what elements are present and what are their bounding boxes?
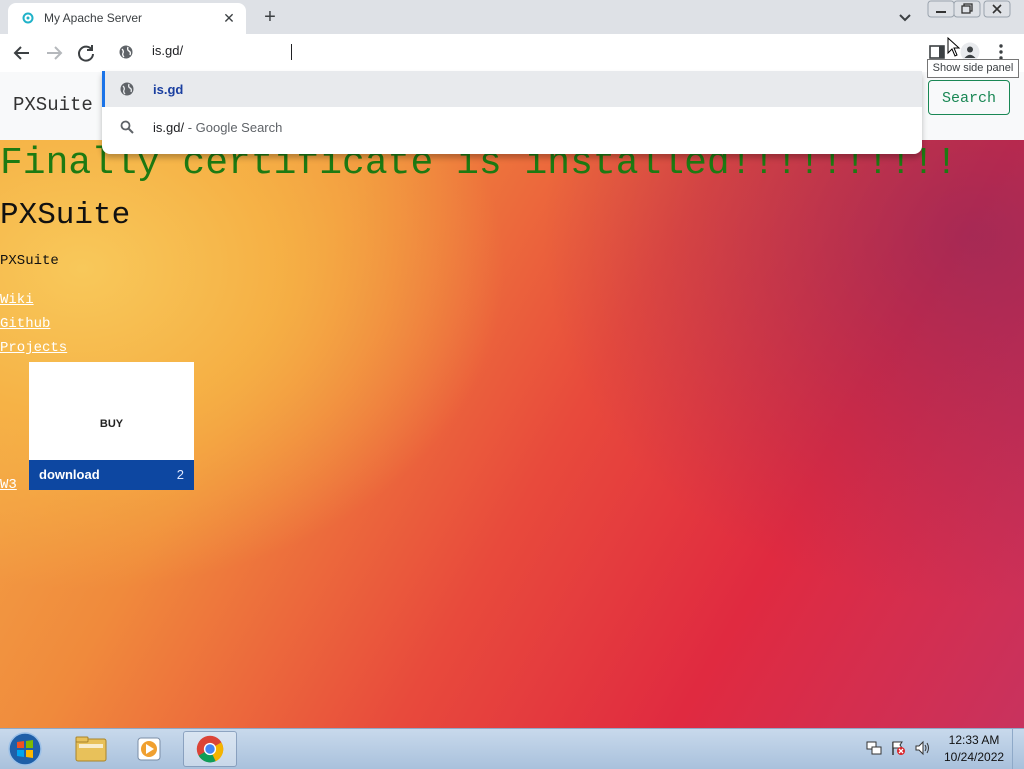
clock-time[interactable]: 12:33 AM: [944, 733, 1004, 747]
chrome-icon[interactable]: [183, 731, 237, 767]
page-paragraph: PXSuite: [0, 253, 59, 269]
suggestion-text: is.gd/: [153, 120, 185, 135]
text-caret: [291, 44, 292, 60]
forward-arrow-icon[interactable]: [42, 41, 66, 65]
search-button[interactable]: Search: [928, 80, 1010, 115]
mouse-cursor-icon: [947, 37, 961, 57]
page-heading: PXSuite: [0, 198, 131, 233]
tab-title: My Apache Server: [44, 11, 143, 25]
link-w3[interactable]: W3: [0, 477, 17, 493]
browser-tab[interactable]: My Apache Server ✕: [8, 3, 246, 34]
file-explorer-icon[interactable]: [64, 731, 118, 767]
window-close-icon[interactable]: [983, 0, 1011, 18]
clock-date[interactable]: 10/24/2022: [944, 750, 1004, 764]
link-projects[interactable]: Projects: [0, 340, 67, 356]
network-icon[interactable]: [866, 740, 882, 756]
tab-search-chevron-icon[interactable]: [896, 8, 914, 26]
action-center-flag-icon[interactable]: [890, 740, 906, 756]
buy-label[interactable]: BUY: [29, 418, 194, 430]
download-card[interactable]: BUY download 2: [29, 362, 194, 490]
windows-taskbar: 12:33 AM 10/24/2022: [0, 728, 1024, 769]
suggestion-item[interactable]: is.gd: [102, 71, 922, 107]
web-page: PXSuite Search Finally certificate is in…: [0, 72, 1024, 728]
back-arrow-icon[interactable]: [10, 41, 34, 65]
link-wiki[interactable]: Wiki: [0, 292, 34, 308]
reload-icon[interactable]: [74, 41, 98, 65]
navbar-brand[interactable]: PXSuite: [13, 94, 93, 116]
address-bar[interactable]: [104, 34, 922, 70]
minimize-icon[interactable]: [927, 0, 955, 18]
globe-icon: [120, 82, 134, 96]
restore-icon[interactable]: [953, 0, 981, 18]
new-tab-icon[interactable]: +: [259, 6, 281, 28]
suggestion-item[interactable]: is.gd/ - Google Search: [102, 109, 922, 145]
suggestion-text: is.gd: [153, 82, 184, 97]
side-panel-tooltip: Show side panel: [927, 59, 1019, 78]
suggestion-text-wrap: is.gd/ - Google Search: [153, 120, 282, 135]
globe-icon: [119, 45, 133, 59]
browser-titlebar: My Apache Server ✕ +: [0, 0, 1024, 34]
link-github[interactable]: Github: [0, 316, 50, 332]
tab-close-icon[interactable]: ✕: [220, 9, 238, 27]
show-desktop-button[interactable]: [1012, 729, 1024, 769]
suggestion-subtext: - Google Search: [184, 120, 283, 135]
download-label: download: [39, 467, 100, 482]
address-input[interactable]: [152, 43, 752, 58]
download-count: 2: [176, 467, 184, 482]
tab-favicon-icon: [22, 12, 34, 24]
browser-toolbar: [0, 34, 1024, 73]
start-button-icon[interactable]: [6, 731, 44, 767]
download-bar[interactable]: download 2: [29, 460, 194, 490]
omnibox-suggestions: is.gd is.gd/ - Google Search: [102, 71, 922, 154]
search-icon: [120, 120, 134, 134]
volume-icon[interactable]: [914, 740, 930, 756]
media-player-icon[interactable]: [122, 731, 176, 767]
